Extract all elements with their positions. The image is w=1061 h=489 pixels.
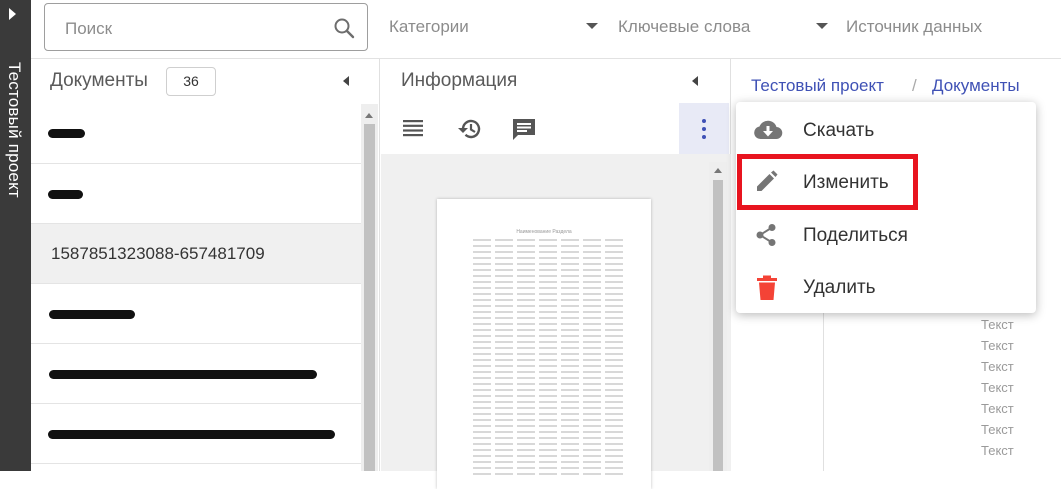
redaction-mark — [49, 370, 317, 379]
breadcrumb-project[interactable]: Тестовый проект — [751, 76, 884, 96]
list-item[interactable] — [31, 284, 361, 344]
list-item[interactable] — [31, 164, 361, 224]
collapse-left-icon[interactable] — [692, 76, 698, 86]
documents-title: Документы — [50, 70, 148, 91]
cloud-download-icon — [753, 118, 783, 147]
preview-scrollbar[interactable] — [709, 162, 727, 471]
information-title: Информация — [401, 70, 518, 91]
more-vert-button[interactable] — [679, 103, 729, 154]
background-text: Текст — [981, 317, 1014, 332]
background-text: Текст — [981, 443, 1014, 458]
documents-count-badge: 36 — [166, 67, 216, 96]
menu-item-delete[interactable]: Удалить — [736, 261, 1036, 313]
background-text: Текст — [981, 422, 1014, 437]
data-source-select[interactable]: Источник данных — [846, 17, 982, 37]
breadcrumb-separator: / — [912, 76, 917, 95]
list-item-selected[interactable]: 1587851323088-657481709 — [31, 224, 361, 284]
documents-scrollbar[interactable] — [361, 104, 378, 471]
documents-list: 1587851323088-657481709 — [31, 104, 361, 471]
project-name-vertical: Тестовый проект — [5, 62, 24, 198]
filter-bar: Поиск Категории Ключевые слова Источник … — [31, 0, 1061, 59]
scroll-up-arrow-icon[interactable] — [714, 168, 722, 173]
scroll-thumb[interactable] — [364, 124, 375, 471]
keywords-chevron-down-icon[interactable] — [816, 23, 828, 29]
more-vert-icon — [702, 119, 706, 123]
delete-icon — [756, 275, 778, 306]
search-placeholder: Поиск — [65, 19, 113, 38]
background-text: Текст — [981, 401, 1014, 416]
redaction-mark — [48, 190, 83, 199]
background-text: Текст — [981, 338, 1014, 353]
scroll-up-arrow-icon[interactable] — [365, 113, 373, 118]
document-preview-page[interactable]: Наименование Раздела — [437, 199, 651, 489]
documents-header: Документы 36 — [31, 59, 380, 104]
document-name: 1587851323088-657481709 — [51, 244, 265, 263]
scroll-thumb[interactable] — [713, 180, 723, 471]
keywords-select[interactable]: Ключевые слова — [618, 17, 750, 37]
list-icon[interactable] — [401, 116, 425, 145]
categories-chevron-down-icon[interactable] — [586, 23, 598, 29]
list-item[interactable] — [31, 404, 361, 464]
search-input[interactable]: Поиск — [44, 3, 368, 51]
expand-arrow-icon[interactable] — [9, 8, 16, 20]
background-text: Текст — [981, 359, 1014, 374]
comment-icon[interactable] — [511, 116, 537, 147]
redaction-mark — [48, 129, 85, 138]
documents-panel: Документы 36 1587851323088-657481709 — [31, 59, 380, 471]
preview-heading: Наименование Раздела — [516, 229, 572, 235]
project-side-strip[interactable]: Тестовый проект — [0, 0, 31, 471]
document-content-frame: Текст Текст Текст Текст Текст Текст Текс… — [823, 304, 1061, 471]
list-item[interactable] — [31, 344, 361, 404]
categories-select[interactable]: Категории — [389, 17, 469, 37]
menu-item-share[interactable]: Поделиться — [736, 209, 1036, 261]
background-text: Текст — [981, 380, 1014, 395]
redaction-mark — [49, 310, 135, 319]
search-icon[interactable] — [333, 17, 355, 39]
menu-item-download[interactable]: Скачать — [736, 104, 1036, 156]
document-preview-area: Наименование Раздела — [381, 154, 731, 489]
redaction-mark — [48, 430, 335, 439]
share-icon — [754, 223, 778, 252]
information-panel: Информация Наименование Раздела — [381, 59, 731, 489]
breadcrumb-documents[interactable]: Документы — [932, 76, 1020, 96]
history-icon[interactable] — [455, 116, 483, 147]
highlight-annotation — [737, 154, 918, 210]
collapse-left-icon[interactable] — [343, 76, 349, 86]
list-item[interactable] — [31, 104, 361, 164]
